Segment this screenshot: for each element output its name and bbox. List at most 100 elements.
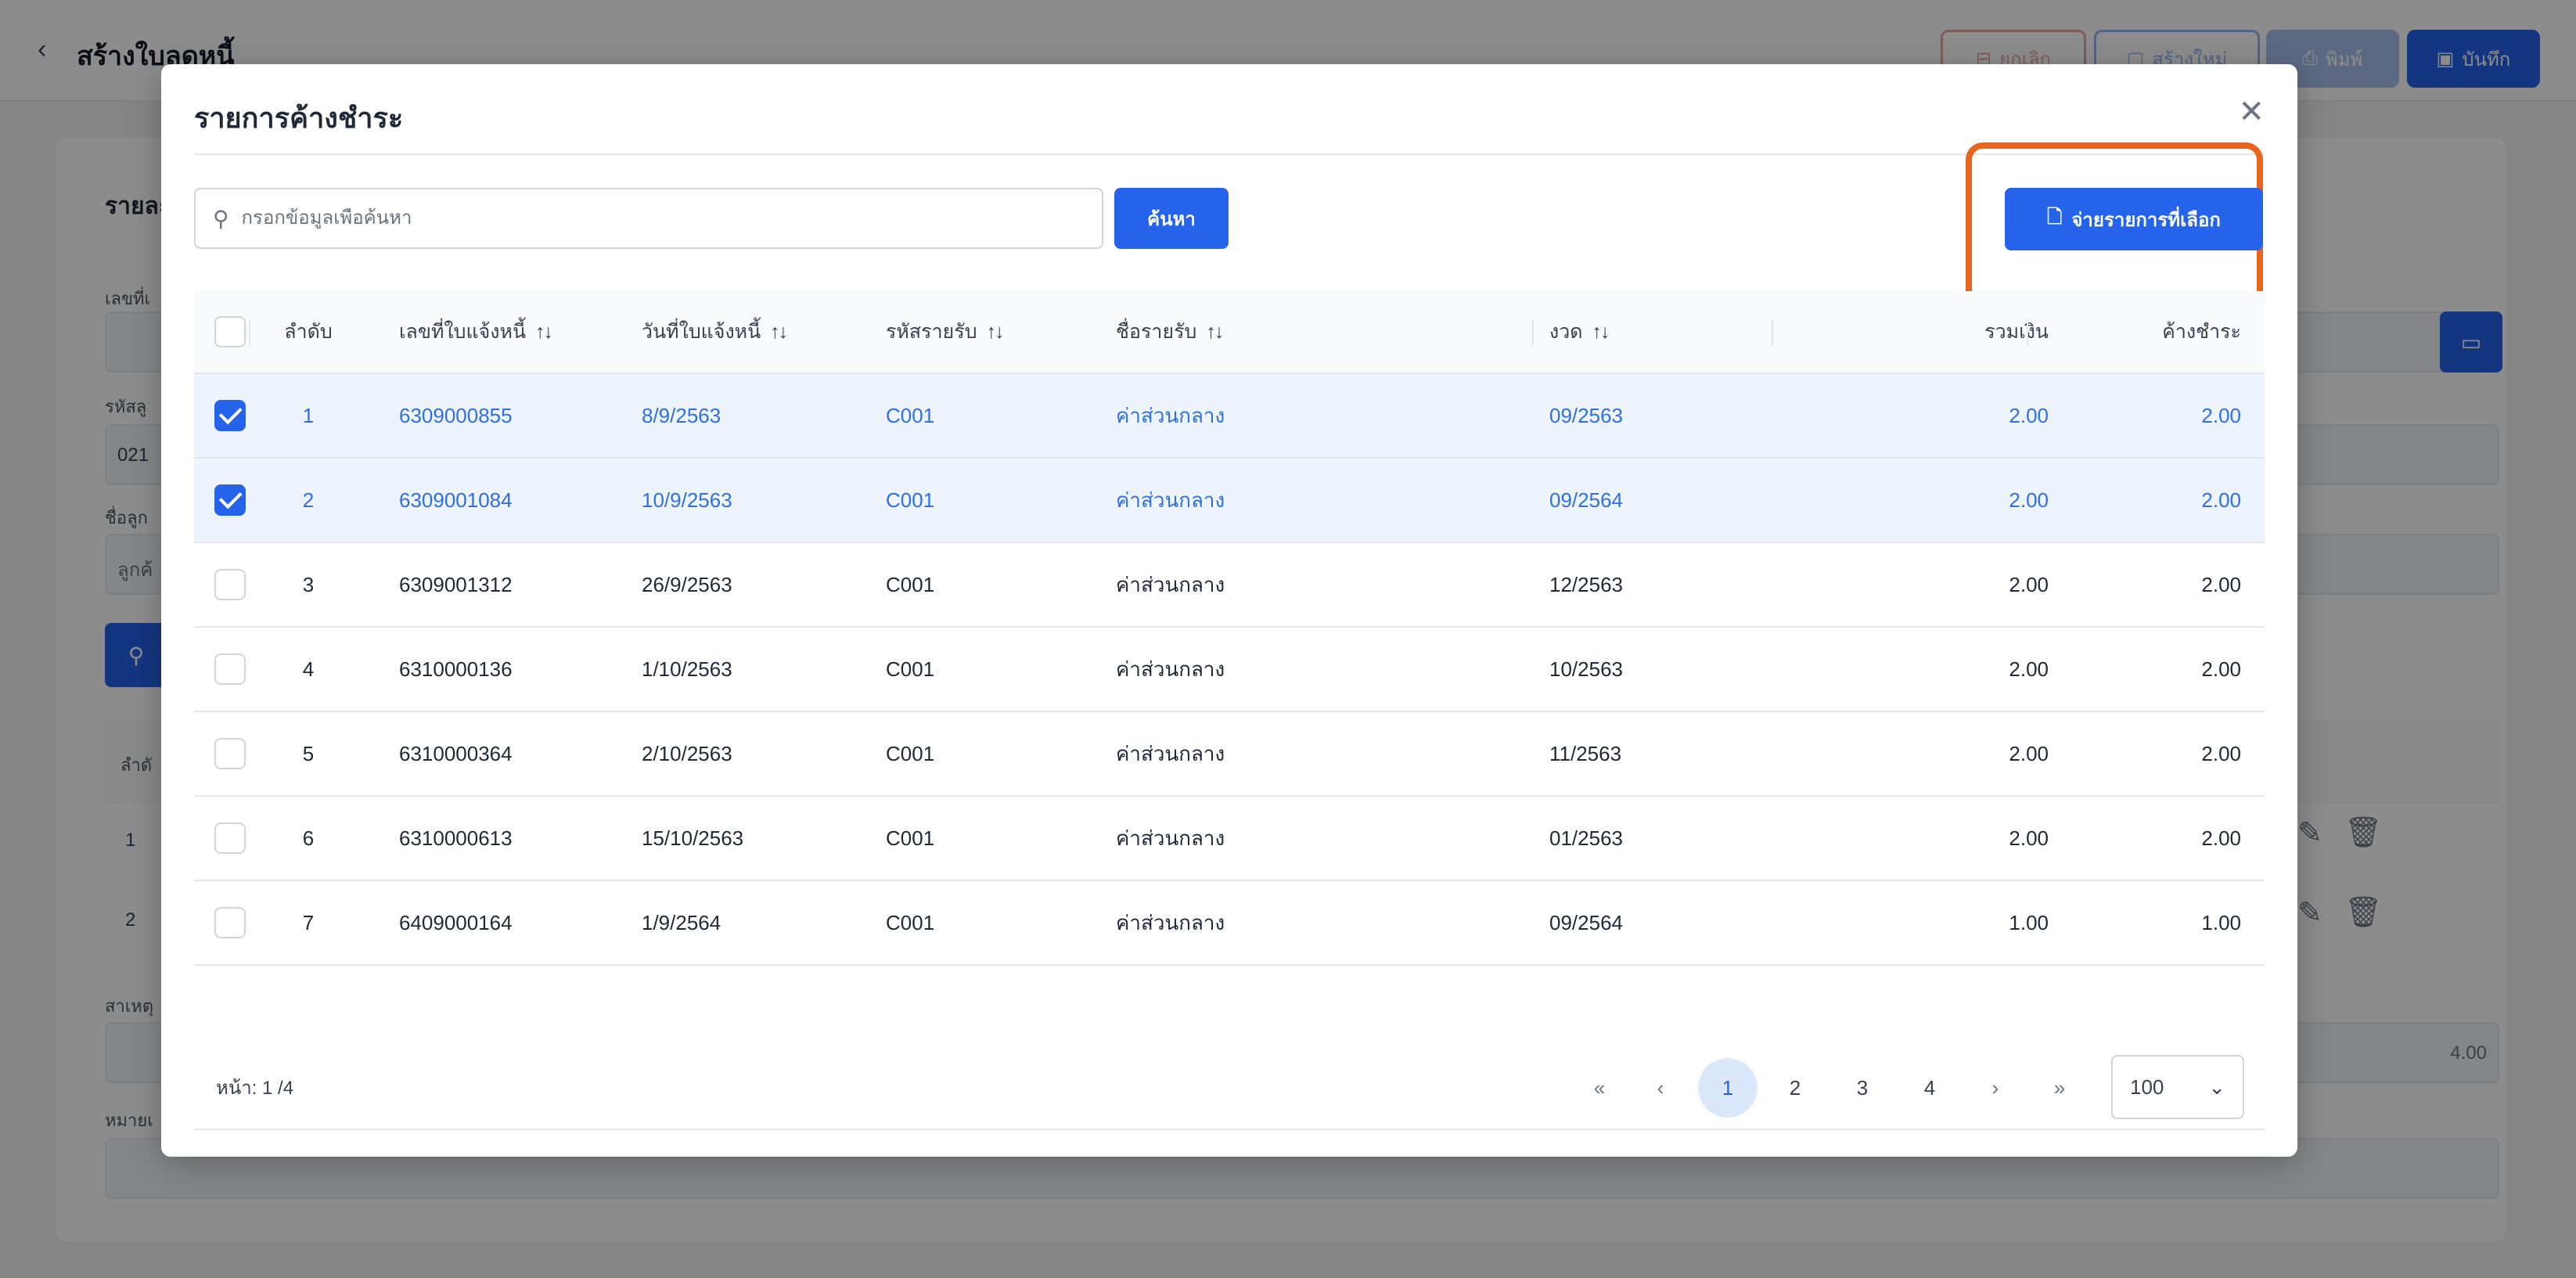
next-page-button[interactable]: › xyxy=(1966,1058,2025,1118)
table-row[interactable]: 1 6309000855 8/9/2563 C001 ค่าส่วนกลาง 09/256… xyxy=(194,374,2265,459)
row-outstanding: 2.00 xyxy=(2201,488,2241,512)
table-row[interactable]: 2 6309001084 10/9/2563 C001 ค่าส่วนกลาง 09/25… xyxy=(194,459,2265,543)
outstanding-items-modal: รายการค้างชำระ ✕ ⚲ ค้นหา 🗋 จ่ายรายการที่… xyxy=(161,64,2297,1157)
table-row[interactable]: 6 6310000613 15/10/2563 C001 ค่าส่วนกลาง 01/2… xyxy=(194,797,2265,881)
select-all-cell xyxy=(214,291,246,373)
row-checkbox[interactable] xyxy=(214,907,246,938)
col-index-label: ลำดับ xyxy=(284,321,333,343)
row-checkbox-cell xyxy=(214,797,246,880)
row-total: 1.00 xyxy=(2009,910,2049,934)
close-icon[interactable]: ✕ xyxy=(2238,94,2265,130)
row-checkbox[interactable] xyxy=(214,400,246,431)
search-icon: ⚲ xyxy=(213,206,229,231)
row-checkbox[interactable] xyxy=(214,569,246,600)
page-button-4[interactable]: 4 xyxy=(1900,1058,1959,1118)
first-page-button[interactable]: « xyxy=(1570,1058,1629,1118)
document-icon: 🗋 xyxy=(2047,206,2063,228)
table-row[interactable]: 3 6309001312 26/9/2563 C001 ค่าส่วนกลาง 12/25… xyxy=(194,543,2265,628)
modal-title: รายการค้างชำระ xyxy=(194,102,404,134)
row-checkbox[interactable] xyxy=(214,823,246,854)
row-invoice-date: 15/10/2563 xyxy=(642,826,744,850)
column-separator xyxy=(2027,319,2028,346)
col-revenue-code[interactable]: รหัสรายรับ ↑↓ xyxy=(886,291,1113,373)
row-revenue-code: C001 xyxy=(886,826,935,850)
sort-icon[interactable]: ↑↓ xyxy=(770,321,788,344)
row-checkbox[interactable] xyxy=(214,738,246,769)
row-checkbox-cell xyxy=(214,459,246,542)
row-invoice-date: 1/10/2563 xyxy=(642,657,732,681)
col-invoice-no[interactable]: เลขที่ใบแจ้งหนี้ ↑↓ xyxy=(399,291,626,373)
prev-page-button[interactable]: ‹ xyxy=(1631,1058,1690,1118)
sort-icon[interactable]: ↑↓ xyxy=(1592,321,1610,344)
row-invoice-no: 6310000364 xyxy=(399,741,513,765)
row-invoice-no: 6409000164 xyxy=(399,910,513,934)
col-outstanding: ค้างชำระ xyxy=(2017,291,2241,373)
row-total: 2.00 xyxy=(2009,488,2049,512)
search-box: ⚲ xyxy=(194,188,1103,249)
page-size-select[interactable]: 100 ⌄ xyxy=(2111,1055,2244,1119)
row-index: 3 xyxy=(302,572,315,596)
row-revenue-code: C001 xyxy=(886,572,935,596)
row-outstanding: 1.00 xyxy=(2201,910,2241,934)
col-revenue-name-label: ชื่อรายรับ xyxy=(1116,321,1197,343)
col-invoice-date-label: วันที่ใบแจ้งหนี้ xyxy=(642,321,761,343)
row-revenue-code: C001 xyxy=(886,741,935,765)
row-revenue-name: ค่าส่วนกลาง xyxy=(1116,741,1225,765)
column-separator xyxy=(1532,319,1534,346)
page-button-3[interactable]: 3 xyxy=(1833,1058,1892,1118)
row-invoice-no: 6310000136 xyxy=(399,657,513,681)
row-total: 2.00 xyxy=(2009,572,2049,596)
row-checkbox[interactable] xyxy=(214,653,246,685)
sort-icon[interactable]: ↑↓ xyxy=(1206,321,1224,344)
row-index: 5 xyxy=(302,741,315,765)
row-revenue-code: C001 xyxy=(886,910,935,934)
row-outstanding: 2.00 xyxy=(2201,826,2241,850)
row-total: 2.00 xyxy=(2009,403,2049,427)
table-row[interactable]: 4 6310000136 1/10/2563 C001 ค่าส่วนกลาง 10/25… xyxy=(194,628,2265,712)
pagination-bar: หน้า: 1 /4 « ‹ 1 2 3 4 › » 100 ⌄ xyxy=(194,1036,2265,1130)
row-outstanding: 2.00 xyxy=(2201,741,2241,765)
row-index: 2 xyxy=(302,488,315,512)
row-total: 2.00 xyxy=(2009,657,2049,681)
row-checkbox-cell xyxy=(214,374,246,457)
pay-selected-label: จ่ายรายการที่เลือก xyxy=(2071,209,2221,231)
row-revenue-name: ค่าส่วนกลาง xyxy=(1116,572,1225,596)
row-revenue-name: ค่าส่วนกลาง xyxy=(1116,657,1225,681)
select-all-checkbox[interactable] xyxy=(214,316,246,347)
row-invoice-no: 6309001312 xyxy=(399,572,513,596)
row-checkbox[interactable] xyxy=(214,484,246,516)
chevron-down-icon: ⌄ xyxy=(2208,1075,2225,1099)
search-input[interactable] xyxy=(241,207,1024,229)
column-separator xyxy=(249,319,250,346)
search-button[interactable]: ค้นหา xyxy=(1114,188,1229,249)
sort-icon[interactable]: ↑↓ xyxy=(987,321,1005,344)
row-invoice-date: 1/9/2564 xyxy=(642,910,721,934)
col-invoice-date[interactable]: วันที่ใบแจ้งหนี้ ↑↓ xyxy=(642,291,869,373)
row-invoice-date: 10/9/2563 xyxy=(642,488,732,512)
page-button-1[interactable]: 1 xyxy=(1698,1058,1758,1118)
col-outstanding-label: ค้างชำระ xyxy=(2162,321,2241,343)
row-outstanding: 2.00 xyxy=(2201,657,2241,681)
row-invoice-date: 8/9/2563 xyxy=(642,403,721,427)
col-total: รวมเงิน xyxy=(1798,291,2049,373)
row-index: 7 xyxy=(302,910,315,934)
table-row[interactable]: 5 6310000364 2/10/2563 C001 ค่าส่วนกลาง 11/25… xyxy=(194,712,2265,797)
row-invoice-no: 6309001084 xyxy=(399,488,513,512)
column-separator xyxy=(1772,319,1773,346)
row-index: 4 xyxy=(302,657,315,681)
row-invoice-date: 26/9/2563 xyxy=(642,572,732,596)
row-revenue-name: ค่าส่วนกลาง xyxy=(1116,488,1225,512)
sort-icon[interactable]: ↑↓ xyxy=(535,321,553,344)
row-revenue-code: C001 xyxy=(886,403,935,427)
row-revenue-code: C001 xyxy=(886,657,935,681)
col-revenue-name[interactable]: ชื่อรายรับ ↑↓ xyxy=(1116,291,1413,373)
row-total: 2.00 xyxy=(2009,741,2049,765)
pay-selected-button[interactable]: 🗋 จ่ายรายการที่เลือก xyxy=(2005,188,2263,250)
table-body: 1 6309000855 8/9/2563 C001 ค่าส่วนกลาง 09/256… xyxy=(194,374,2265,966)
table-row[interactable]: 7 6409000164 1/9/2564 C001 ค่าส่วนกลาง 09/256… xyxy=(194,881,2265,966)
last-page-button[interactable]: » xyxy=(2030,1058,2089,1118)
col-invoice-no-label: เลขที่ใบแจ้งหนี้ xyxy=(399,321,527,343)
row-checkbox-cell xyxy=(214,543,246,626)
row-revenue-code: C001 xyxy=(886,488,935,512)
page-button-2[interactable]: 2 xyxy=(1765,1058,1825,1118)
